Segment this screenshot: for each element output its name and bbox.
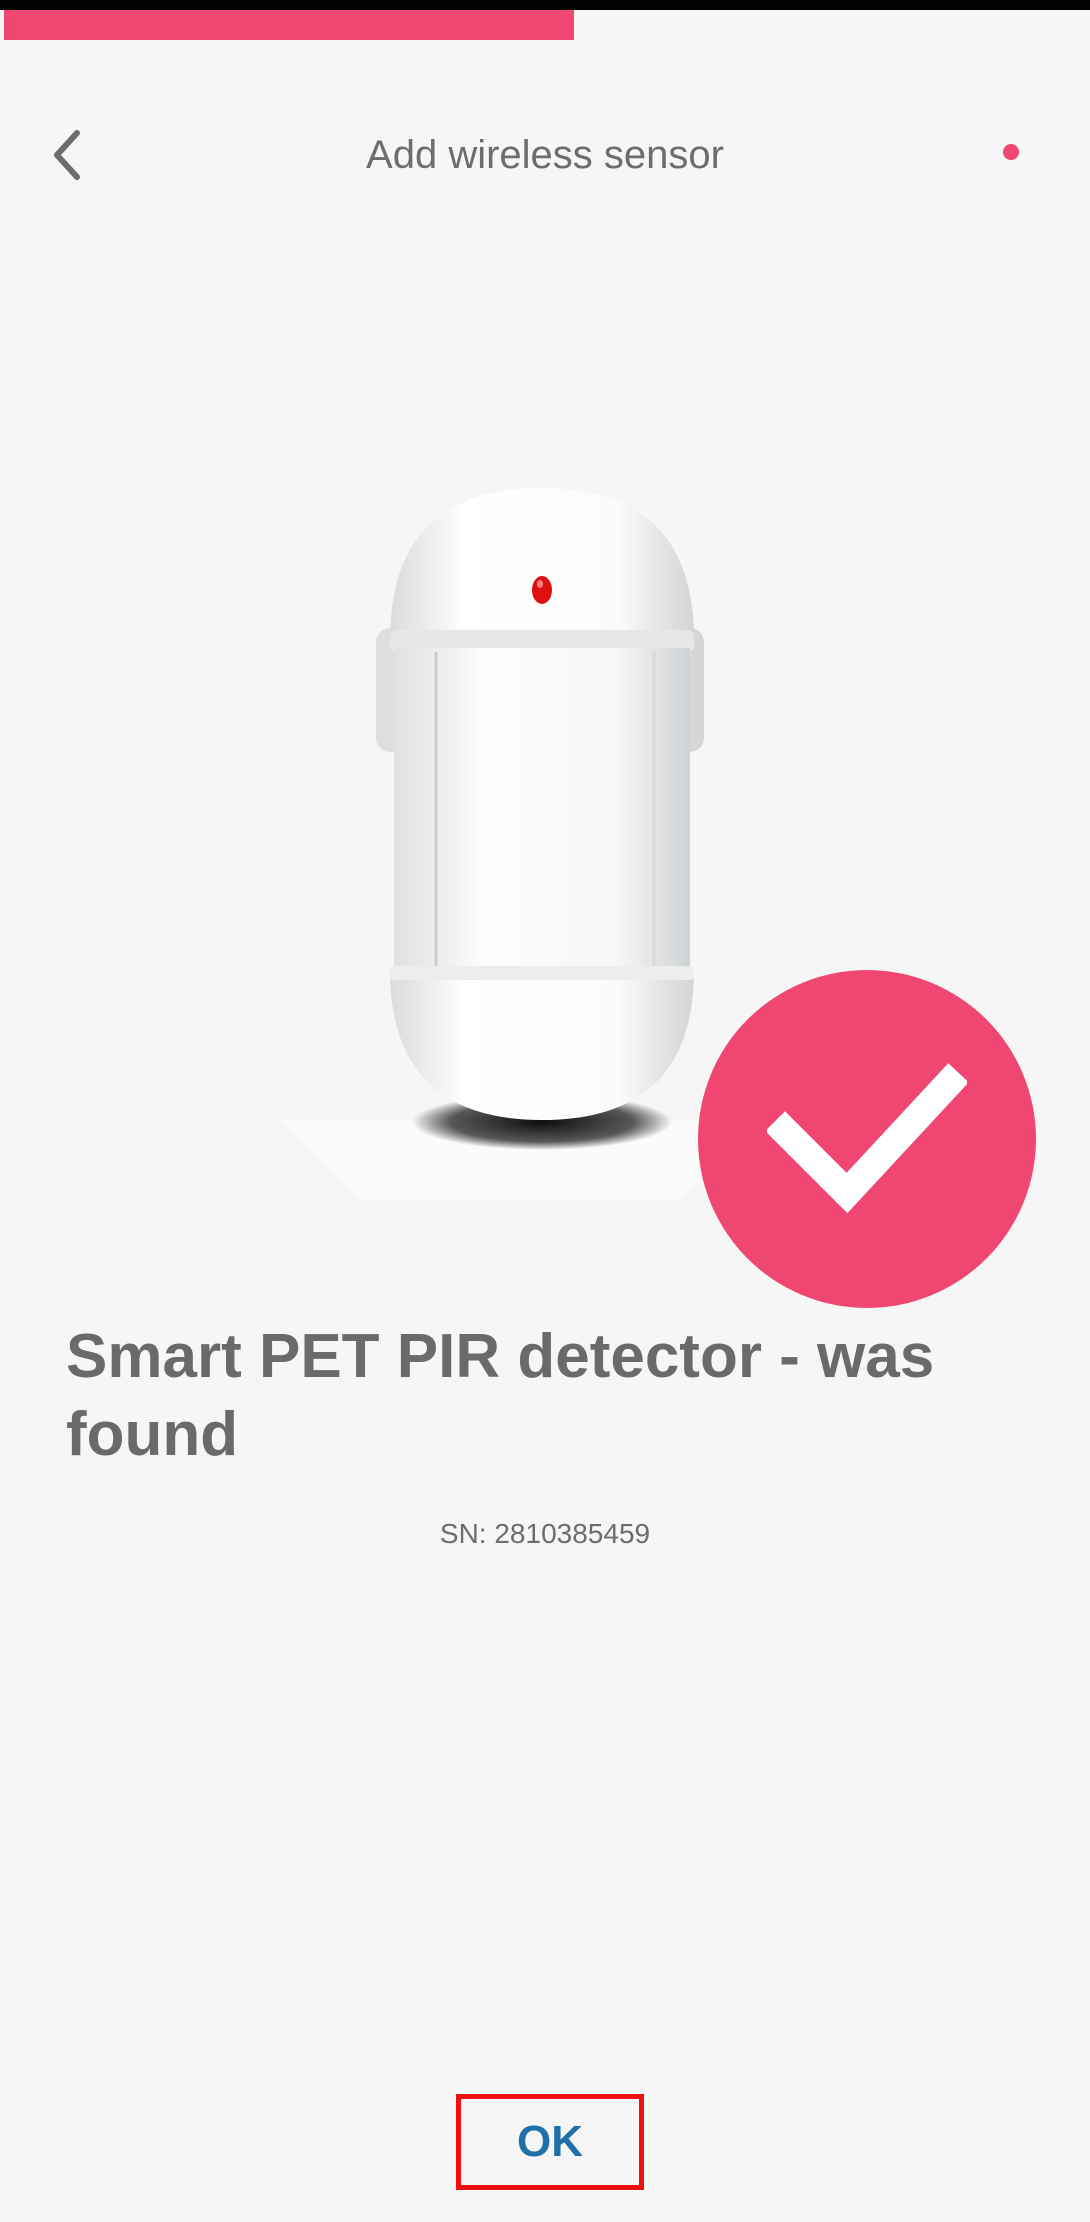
serial-number: SN: 2810385459 [439,1518,651,1549]
app-header: Add wireless sensor [0,100,1090,210]
device-found-title: Smart PET PIR detector - was found [66,1322,935,1469]
progress-bar [4,10,1090,40]
found-check-badge [698,970,1036,1308]
back-button[interactable] [32,120,102,190]
ok-button[interactable]: OK [456,2094,644,2190]
progress-fill [4,10,575,40]
status-dot [1003,144,1019,160]
chevron-left-icon [54,130,80,180]
status-bar-edge [0,0,1090,10]
screen: Add wireless sensor Smart PET PIR detect… [0,0,1090,2222]
page-title: Add wireless sensor [366,133,724,177]
checkmark-icon [767,1063,967,1214]
